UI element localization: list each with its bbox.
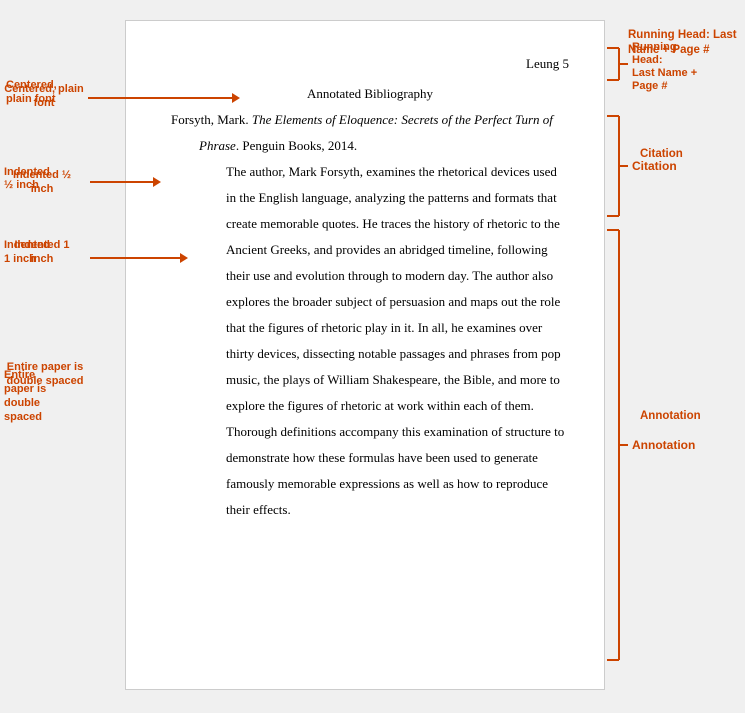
bib-title: Annotated Bibliography [171, 81, 569, 107]
half-inch-label: Indented ½ inch [4, 168, 80, 197]
citation-label: Citation [640, 148, 683, 160]
citation-title-italic: The Elements of Eloquence: Secrets of th… [252, 112, 553, 127]
citation-publisher: . Penguin Books, 2014. [236, 138, 357, 153]
annotation-label: Annotation [640, 410, 701, 422]
citation-block: Forsyth, Mark. The Elements of Eloquence… [171, 107, 569, 159]
one-inch-label: Indented 1 inch [4, 238, 80, 267]
running-head-label: Running Head: Last Name + Page # [628, 28, 743, 58]
double-spaced-label: Entire paper is double spaced [0, 360, 90, 389]
annotation-text: The author, Mark Forsyth, examines the r… [226, 159, 569, 523]
annotation-block: The author, Mark Forsyth, examines the r… [171, 159, 569, 523]
paper: Leung 5 Annotated Bibliography Forsyth, … [125, 20, 605, 690]
running-head: Leung 5 [526, 51, 569, 77]
citation-author: Forsyth, Mark. [171, 112, 252, 127]
citation-title-cont: Phrase [199, 138, 236, 153]
centered-label: Centered, plain font [4, 82, 84, 111]
